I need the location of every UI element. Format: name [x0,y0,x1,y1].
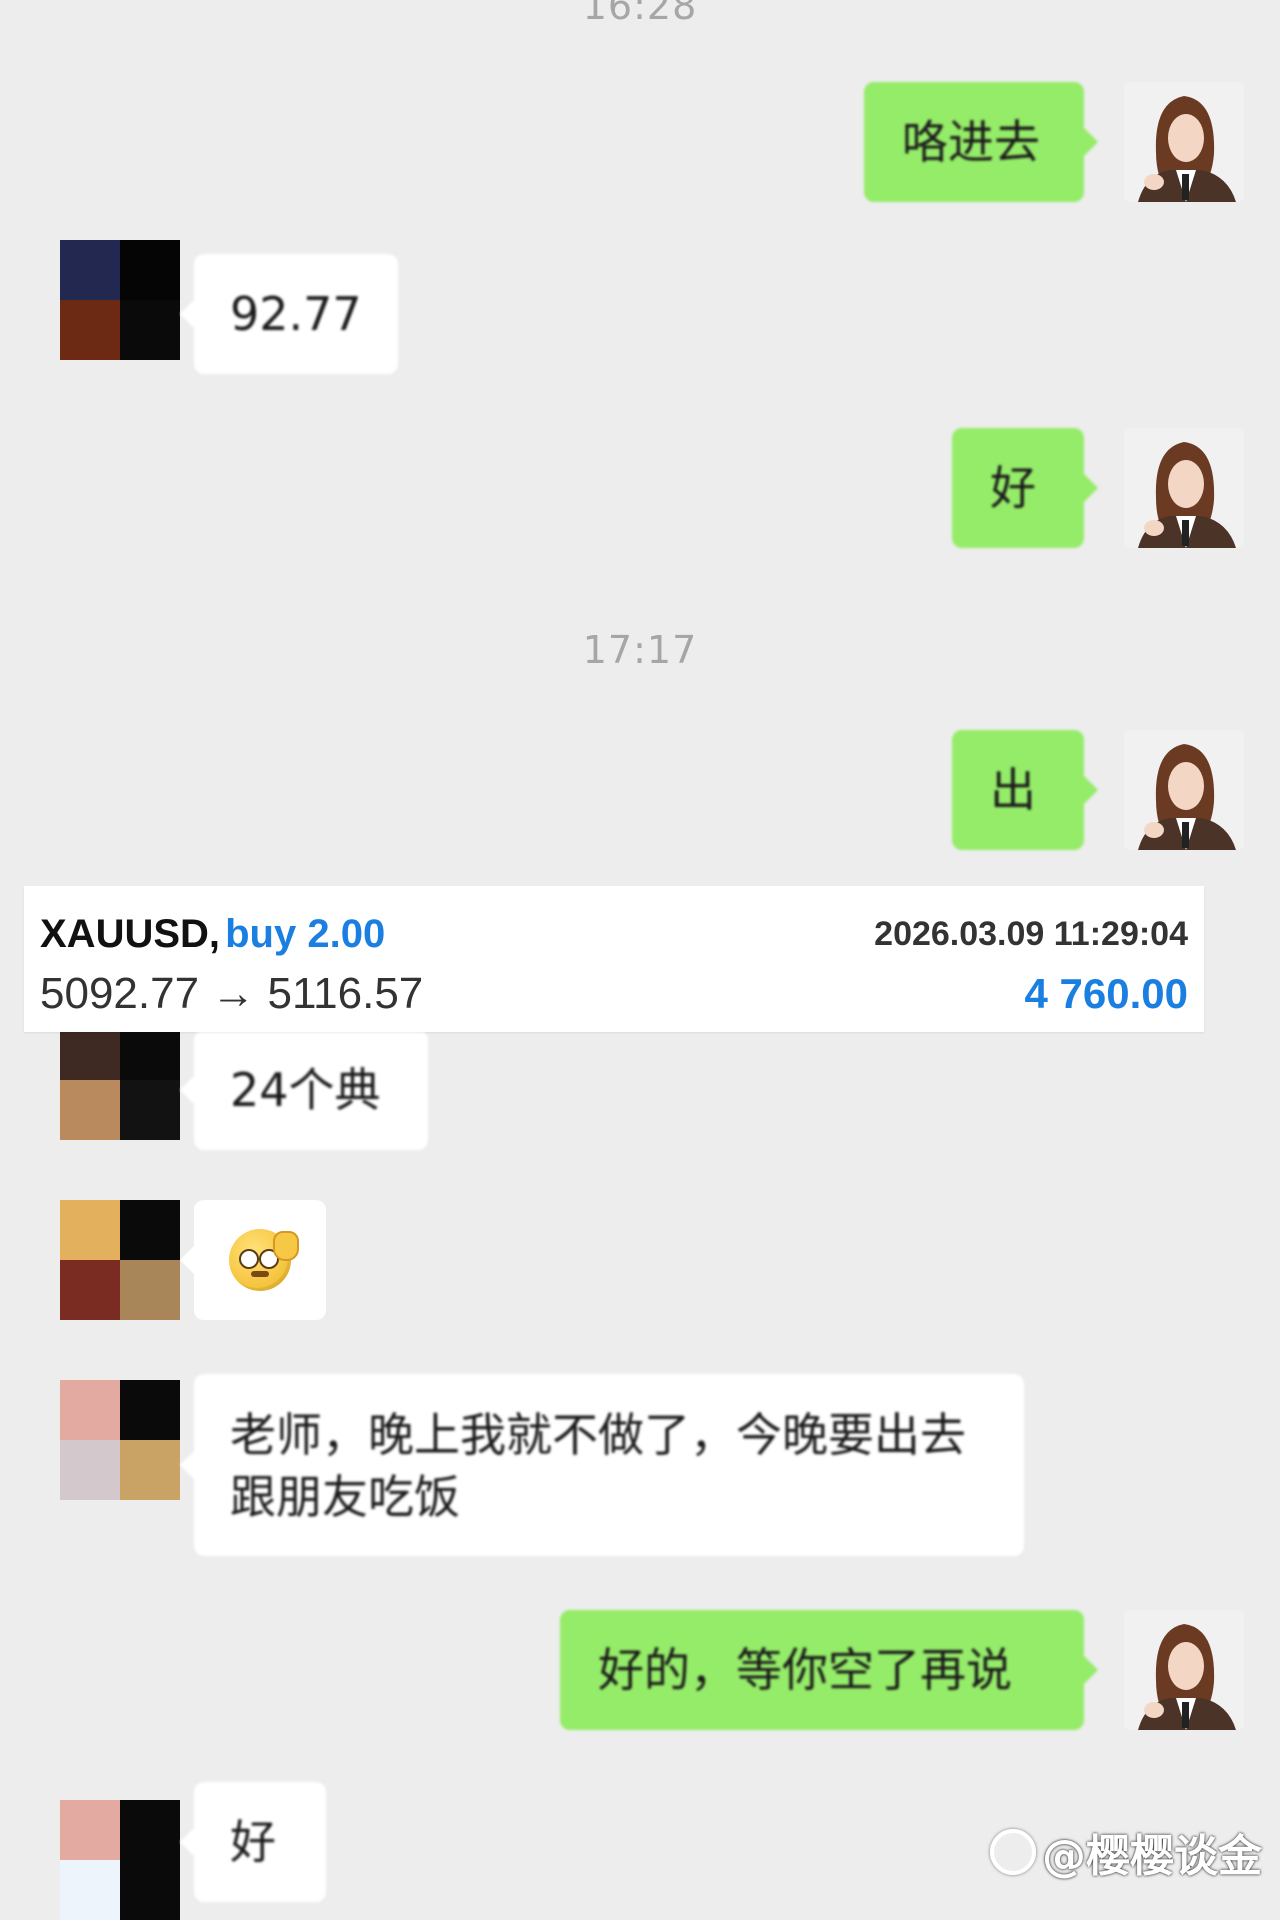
message-text: 好的，等你空了再说 [598,1643,1012,1697]
self-avatar[interactable] [1124,82,1244,202]
message-text: 出 [990,763,1036,817]
received-message-bubble[interactable]: 好 [180,1782,326,1902]
contact-avatar[interactable] [60,1380,180,1500]
contact-avatar[interactable] [60,1200,180,1320]
timestamp: 16:28 [582,0,698,28]
contact-avatar[interactable] [60,1800,180,1920]
thinking-emoji-icon [229,1229,299,1291]
trade-symbol: XAUUSD, [40,911,221,956]
sent-message-bubble[interactable]: 出 [952,730,1098,850]
trade-profit: 4 760.00 [1024,970,1189,1017]
sent-message-bubble[interactable]: 咯进去 [864,82,1098,202]
self-avatar[interactable] [1124,428,1244,548]
message-text: 咯进去 [902,115,1040,169]
weibo-style-logo-icon [990,1829,1036,1875]
contact-avatar[interactable] [60,1020,180,1140]
sent-message-bubble[interactable]: 好的，等你空了再说 [560,1610,1098,1730]
self-avatar[interactable] [1124,1610,1244,1730]
contact-avatar[interactable] [60,240,180,360]
message-text: 好 [230,1815,276,1869]
message-text: 好 [990,461,1036,515]
message-text: 92.77 [230,287,362,341]
message-text: 老师，晚上我就不做了，今晚要出去跟朋友吃饭 [230,1408,966,1524]
trade-direction: buy 2.00 [225,911,386,956]
watermark: @樱樱谈金 [990,1820,1262,1884]
self-avatar[interactable] [1124,730,1244,850]
received-message-bubble[interactable]: 92.77 [180,254,398,374]
received-message-bubble[interactable]: 老师，晚上我就不做了，今晚要出去跟朋友吃饭 [180,1374,1024,1556]
message-text: 24个典 [230,1063,381,1117]
received-message-bubble[interactable]: 24个典 [180,1030,428,1150]
trade-datetime: 2026.03.09 11:29:04 [874,914,1188,953]
trade-info-card: XAUUSD, buy 2.00 2026.03.09 11:29:04 509… [24,886,1204,1032]
received-emoji-bubble[interactable] [180,1200,326,1320]
timestamp: 17:17 [582,628,698,672]
sent-message-bubble[interactable]: 好 [952,428,1098,548]
watermark-text: @樱樱谈金 [1042,1831,1262,1882]
trade-prices: 5092.77 → 5116.57 [40,969,424,1018]
